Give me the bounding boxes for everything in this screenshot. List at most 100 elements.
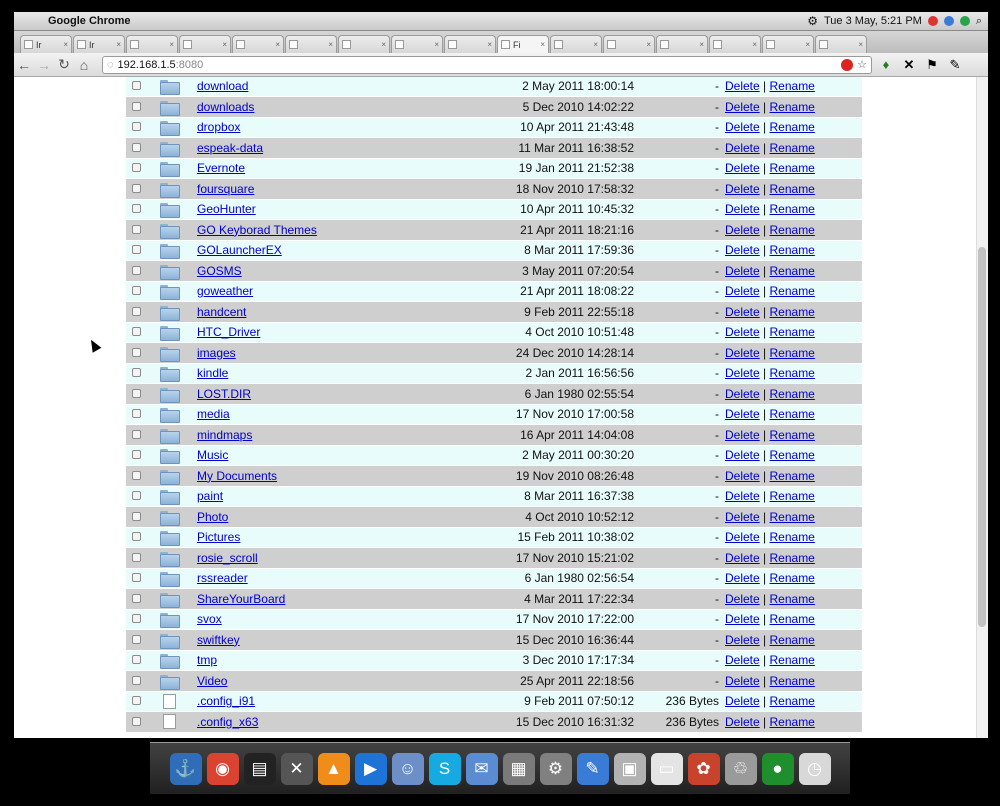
row-checkbox[interactable] (131, 573, 141, 583)
rename-link[interactable]: Rename (770, 653, 815, 667)
rename-link[interactable]: Rename (770, 715, 815, 729)
row-checkbox[interactable] (131, 286, 141, 296)
system-prefs-icon[interactable]: ⚙ (539, 752, 572, 785)
delete-link[interactable]: Delete (725, 305, 760, 319)
mail-icon[interactable]: ✉ (465, 752, 498, 785)
file-name-link[interactable]: dropbox (197, 120, 240, 134)
row-checkbox[interactable] (131, 675, 141, 685)
trash-icon[interactable]: ♲ (724, 752, 757, 785)
row-checkbox[interactable] (131, 183, 141, 193)
rename-link[interactable]: Rename (770, 100, 815, 114)
delete-link[interactable]: Delete (725, 346, 760, 360)
rename-link[interactable]: Rename (770, 223, 815, 237)
file-name-link[interactable]: mindmaps (197, 428, 252, 442)
finder-icon[interactable]: ☺ (391, 752, 424, 785)
row-checkbox[interactable] (131, 224, 141, 234)
delete-link[interactable]: Delete (725, 243, 760, 257)
delete-link[interactable]: Delete (725, 120, 760, 134)
browser-tab[interactable]: Ir × (73, 35, 125, 53)
file-name-link[interactable]: ShareYourBoard (197, 592, 285, 606)
delete-link[interactable]: Delete (725, 571, 760, 585)
scroll-thumb[interactable] (978, 247, 986, 627)
delete-link[interactable]: Delete (725, 79, 760, 93)
delete-link[interactable]: Delete (725, 633, 760, 647)
row-checkbox[interactable] (131, 142, 141, 152)
bookmark-star-icon[interactable]: ☆ (857, 58, 867, 71)
delete-link[interactable]: Delete (725, 141, 760, 155)
row-checkbox[interactable] (131, 552, 141, 562)
row-checkbox[interactable] (131, 163, 141, 173)
file-name-link[interactable]: handcent (197, 305, 246, 319)
rename-link[interactable]: Rename (770, 674, 815, 688)
scrollbar[interactable] (976, 77, 988, 738)
status-icon[interactable] (943, 16, 954, 26)
browser-tab[interactable]: × (444, 35, 496, 53)
rename-link[interactable]: Rename (770, 264, 815, 278)
file-name-link[interactable]: tmp (197, 653, 217, 667)
file-name-link[interactable]: rssreader (197, 571, 248, 585)
row-checkbox[interactable] (131, 368, 141, 378)
tab-close-icon[interactable]: × (858, 40, 863, 49)
delete-link[interactable]: Delete (725, 325, 760, 339)
textedit-icon[interactable]: ✎ (576, 752, 609, 785)
browser-tab[interactable]: × (338, 35, 390, 53)
delete-link[interactable]: Delete (725, 223, 760, 237)
reload-icon[interactable]: ↻ (54, 56, 74, 73)
menubar-clock[interactable]: Tue 3 May, 5:21 PM (824, 15, 922, 27)
delete-link[interactable]: Delete (725, 387, 760, 401)
tab-close-icon[interactable]: × (699, 40, 704, 49)
close-x-icon[interactable]: ✕ (900, 57, 918, 73)
row-checkbox[interactable] (131, 265, 141, 275)
calculator-icon[interactable]: ▦ (502, 752, 535, 785)
file-name-link[interactable]: .config_i91 (197, 694, 255, 708)
x11-icon[interactable]: ✕ (280, 752, 313, 785)
delete-link[interactable]: Delete (725, 366, 760, 380)
rename-link[interactable]: Rename (770, 243, 815, 257)
skype-icon[interactable]: S (428, 752, 461, 785)
delete-link[interactable]: Delete (725, 161, 760, 175)
document-icon[interactable]: ▭ (650, 752, 683, 785)
terminal-icon[interactable]: ▤ (243, 752, 276, 785)
row-checkbox[interactable] (131, 306, 141, 316)
row-checkbox[interactable] (131, 450, 141, 460)
rename-link[interactable]: Rename (770, 469, 815, 483)
browser-tab[interactable]: × (179, 35, 231, 53)
file-name-link[interactable]: Pictures (197, 530, 240, 544)
file-name-link[interactable]: paint (197, 489, 223, 503)
rename-link[interactable]: Rename (770, 428, 815, 442)
rename-link[interactable]: Rename (770, 387, 815, 401)
delete-link[interactable]: Delete (725, 448, 760, 462)
row-checkbox[interactable] (131, 429, 141, 439)
delete-link[interactable]: Delete (725, 407, 760, 421)
rename-link[interactable]: Rename (770, 448, 815, 462)
row-checkbox[interactable] (131, 101, 141, 111)
tab-close-icon[interactable]: × (434, 40, 439, 49)
status-icon[interactable] (927, 16, 938, 26)
tab-close-icon[interactable]: × (752, 40, 757, 49)
delete-link[interactable]: Delete (725, 612, 760, 626)
file-name-link[interactable]: Photo (197, 510, 228, 524)
vlc-icon[interactable]: ▲ (317, 752, 350, 785)
delete-link[interactable]: Delete (725, 592, 760, 606)
file-name-link[interactable]: swiftkey (197, 633, 240, 647)
file-name-link[interactable]: .config_x63 (197, 715, 258, 729)
rename-link[interactable]: Rename (770, 284, 815, 298)
rename-link[interactable]: Rename (770, 489, 815, 503)
row-checkbox[interactable] (131, 388, 141, 398)
row-checkbox[interactable] (131, 347, 141, 357)
rename-link[interactable]: Rename (770, 612, 815, 626)
tab-close-icon[interactable]: × (328, 40, 333, 49)
address-bar[interactable]: ◌ 192.168.1.5 :8080 ☆ (102, 55, 872, 74)
browser-tab[interactable]: × (391, 35, 443, 53)
back-arrow-icon[interactable]: ← (14, 57, 34, 73)
browser-tab[interactable]: Ir × (20, 35, 72, 53)
browser-tab[interactable]: × (550, 35, 602, 53)
rename-link[interactable]: Rename (770, 182, 815, 196)
quicktime-icon[interactable]: ▶ (354, 752, 387, 785)
row-checkbox[interactable] (131, 511, 141, 521)
delete-link[interactable]: Delete (725, 100, 760, 114)
file-name-link[interactable]: svox (197, 612, 222, 626)
delete-link[interactable]: Delete (725, 489, 760, 503)
row-checkbox[interactable] (131, 491, 141, 501)
tab-close-icon[interactable]: × (275, 40, 280, 49)
